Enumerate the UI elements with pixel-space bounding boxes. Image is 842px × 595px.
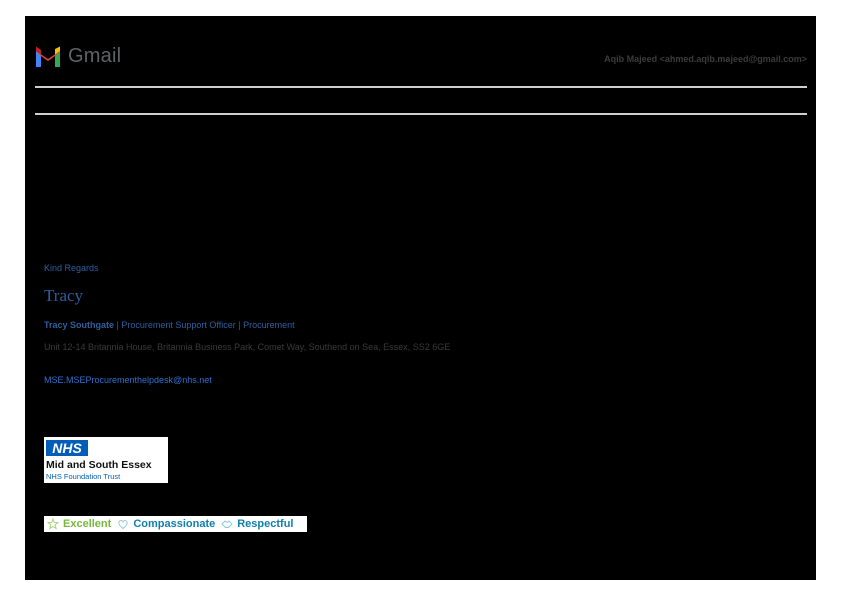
signature-address: Unit 12-14 Britannia House, Britannia Bu… <box>44 342 451 352</box>
star-icon <box>47 518 59 530</box>
signature-role: | Procurement Support Officer | Procurem… <box>114 320 295 330</box>
value-label: Respectful <box>237 518 294 530</box>
nhs-trust-name: NHS Foundation Trust <box>46 472 121 481</box>
signature-title-line: Tracy Southgate | Procurement Support Of… <box>44 320 295 330</box>
signoff-name: Tracy <box>44 286 84 305</box>
divider-bottom <box>35 113 807 115</box>
value-label: Excellent <box>63 518 112 530</box>
heart-icon <box>118 520 129 530</box>
value-label: Compassionate <box>133 518 216 530</box>
values-banner: Excellent Compassionate Respectful <box>44 516 307 532</box>
closing-text: Kind Regards <box>44 263 99 273</box>
value-respectful: Respectful <box>221 518 293 530</box>
email-print-page: Gmail Aqib Majeed <ahmed.aqib.majeed@gma… <box>25 16 816 580</box>
signature-email-link[interactable]: MSE.MSEProcurementhelpdesk@nhs.net <box>44 375 212 385</box>
signature-name: Tracy Southgate <box>44 320 115 330</box>
value-compassionate: Compassionate <box>117 518 215 530</box>
nhs-logo: NHS Mid and South Essex NHS Foundation T… <box>44 437 168 483</box>
nhs-org-name: Mid and South Essex <box>46 459 152 471</box>
gmail-wordmark: Gmail <box>68 45 122 67</box>
gmail-m-icon <box>36 46 60 67</box>
account-email: Aqib Majeed <ahmed.aqib.majeed@gmail.com… <box>604 54 807 64</box>
divider-top <box>35 86 807 88</box>
gmail-logo: Gmail <box>34 45 121 68</box>
handshake-icon <box>221 520 233 528</box>
value-excellent: Excellent <box>47 518 111 530</box>
nhs-badge: NHS <box>46 440 88 456</box>
